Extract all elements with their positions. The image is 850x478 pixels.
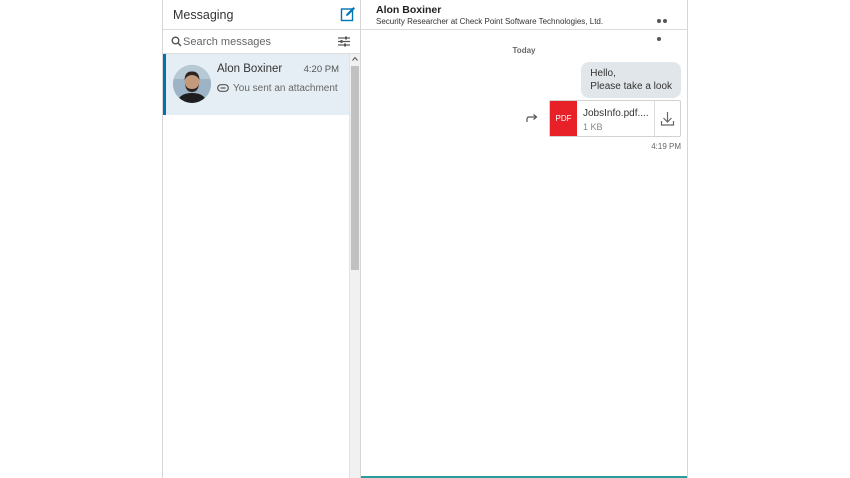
download-button[interactable] [654,101,680,136]
forward-icon[interactable] [526,113,538,123]
day-divider: Today [512,46,536,55]
pdf-file-icon: PDF [550,101,577,136]
filter-icon[interactable] [338,36,350,47]
message-bubble: Hello, Please take a look [581,62,681,98]
scroll-up-arrow-icon[interactable] [352,56,358,62]
more-options-icon[interactable] [657,10,673,41]
conversation-list: Alon Boxiner 4:20 PM You sent an attachm… [163,54,349,478]
attachment-icon [217,84,229,93]
search-icon [171,36,182,47]
avatar [173,65,211,103]
messaging-app: Messaging Search messages Alon Boxiner 4… [162,0,688,478]
attachment-card[interactable]: PDF JobsInfo.pdf.... 1 KB [549,100,681,137]
compose-icon[interactable] [340,6,356,22]
conversation-preview-text: You sent an attachment [233,83,338,94]
conversation-preview: You sent an attachment [217,83,338,94]
search-bar [163,30,360,54]
message-line-2: Please take a look [590,81,672,92]
message-thread-pane: Alon Boxiner Security Researcher at Chec… [361,0,687,478]
conversation-item[interactable]: Alon Boxiner 4:20 PM You sent an attachm… [163,54,349,115]
conversation-name: Alon Boxiner [217,63,283,75]
contact-headline: Security Researcher at Check Point Softw… [376,17,604,26]
conversation-list-pane: Messaging Search messages Alon Boxiner 4… [163,0,361,478]
download-icon [660,112,675,126]
message-timestamp: 4:19 PM [651,142,681,151]
scroll-thumb[interactable] [351,66,359,270]
message-line-1: Hello, [590,68,616,79]
conversation-time: 4:20 PM [303,64,339,75]
conversation-scrollbar[interactable] [349,54,360,478]
attachment-size: 1 KB [583,122,603,132]
attachment-name: JobsInfo.pdf.... [583,108,649,119]
messaging-title: Messaging [173,8,234,22]
contact-name[interactable]: Alon Boxiner [376,4,441,16]
search-input[interactable] [183,33,333,50]
thread-header: Alon Boxiner Security Researcher at Chec… [361,0,687,41]
messaging-header: Messaging [163,0,360,30]
